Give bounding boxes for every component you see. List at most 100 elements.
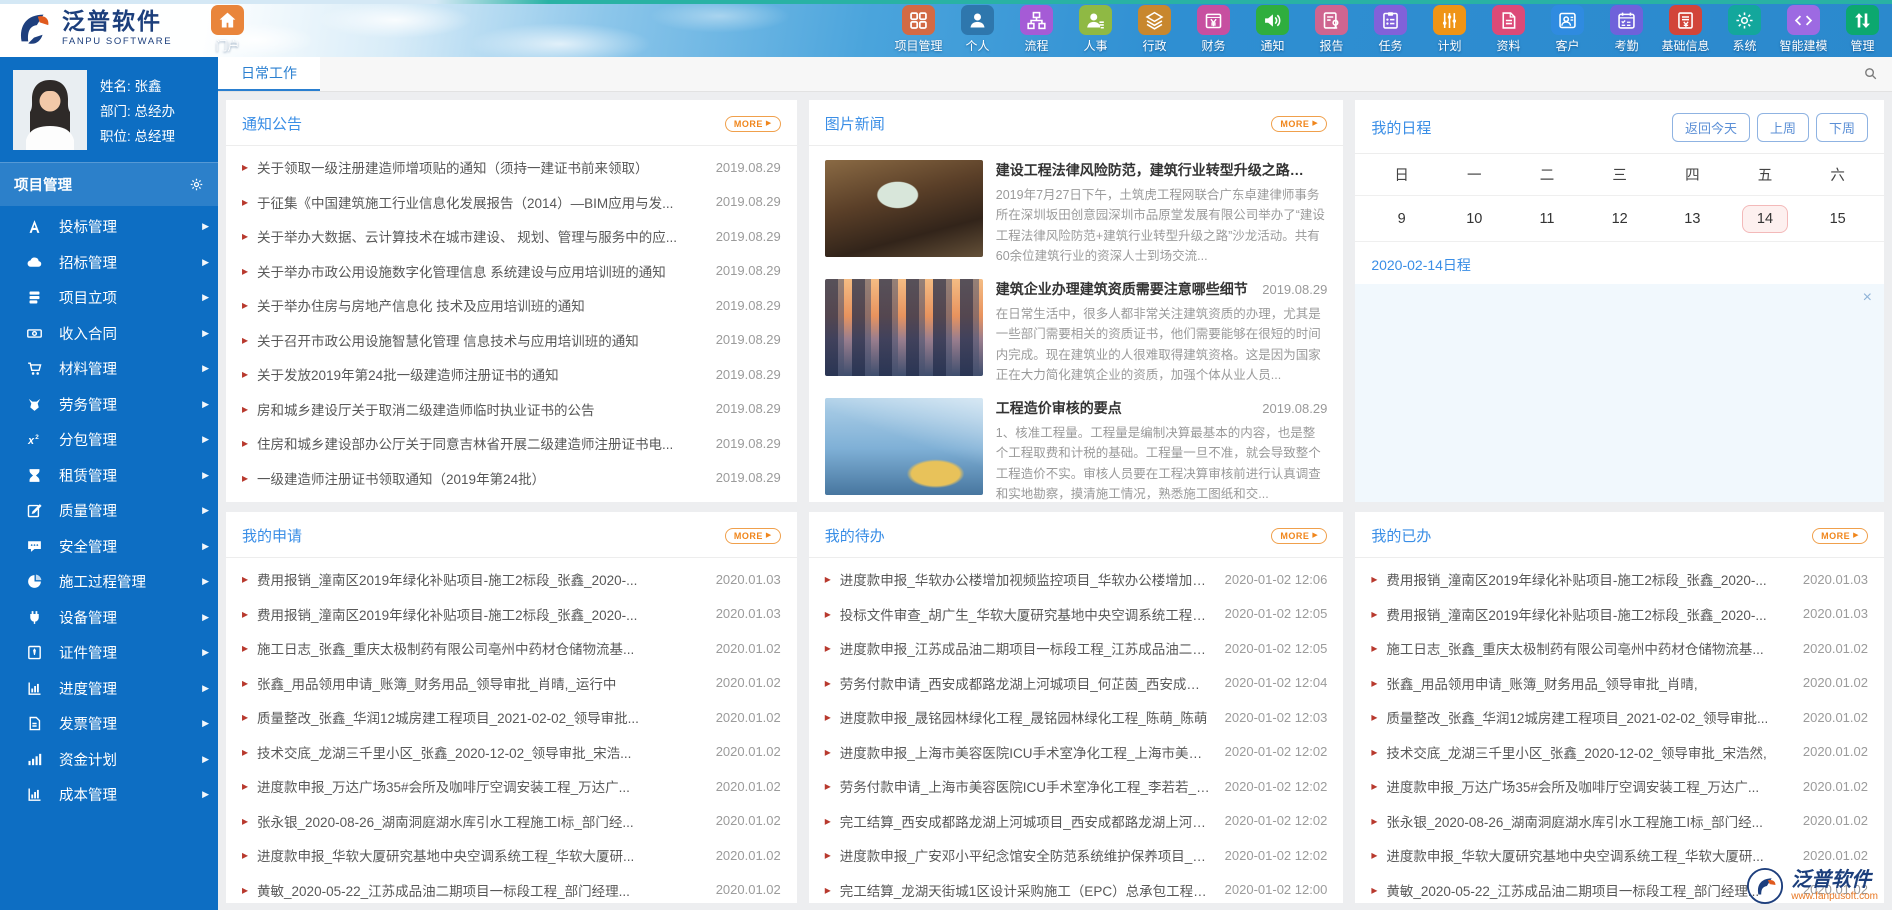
sidebar-item[interactable]: x2 分包管理 ▶ xyxy=(0,422,218,458)
nav-item[interactable]: 计划 xyxy=(1420,0,1479,57)
sidebar-item[interactable]: 收入合同 ▶ xyxy=(0,316,218,352)
calendar-date-cell[interactable]: 11 xyxy=(1511,196,1584,241)
nav-item[interactable]: 资料 xyxy=(1479,0,1538,57)
sidebar-item[interactable]: 项目立项 ▶ xyxy=(0,280,218,316)
calendar-date-cell[interactable]: 14 xyxy=(1729,196,1802,241)
more-button[interactable]: MORE ▶ xyxy=(1271,528,1327,544)
more-button[interactable]: MORE ▶ xyxy=(1812,528,1868,544)
list-item[interactable]: ▸ 张永银_2020-08-26_湖南洞庭湖水库引水工程施工I标_部门经... … xyxy=(1371,804,1868,839)
nav-item[interactable]: 人事 xyxy=(1066,0,1125,57)
nav-item[interactable]: 系统 xyxy=(1715,0,1774,57)
list-item[interactable]: ▸ 于征集《中国建筑施工行业信息化发展报告（2014）—BIM应用与发... 2… xyxy=(242,185,781,220)
list-item[interactable]: ▸ 费用报销_潼南区2019年绿化补贴项目-施工2标段_张鑫_2020-... … xyxy=(242,562,781,597)
nav-item[interactable]: 管理 xyxy=(1833,0,1892,57)
sidebar-item[interactable]: 进度管理 ▶ xyxy=(0,671,218,707)
sidebar-item[interactable]: 施工过程管理 ▶ xyxy=(0,564,218,600)
list-item[interactable]: ▸ 劳务付款申请_西安成都路龙湖上河城项目_何芷茵_西安成都路... 2020-… xyxy=(825,666,1328,701)
list-item[interactable]: ▸ 技术交底_龙湖三千里小区_张鑫_2020-12-02_领导审批_宋浩然, 2… xyxy=(1371,735,1868,770)
sidebar-item[interactable]: 投标管理 ▶ xyxy=(0,209,218,245)
list-item[interactable]: ▸ 张永银_2020-08-26_湖南洞庭湖水库引水工程施工I标_部门经... … xyxy=(242,804,781,839)
next-week-button[interactable]: 下周 xyxy=(1816,113,1868,142)
list-item[interactable]: ▸ 技术交底_龙湖三千里小区_张鑫_2020-12-02_领导审批_宋浩... … xyxy=(242,735,781,770)
more-button[interactable]: MORE ▶ xyxy=(725,528,781,544)
nav-item[interactable]: 基础信息 xyxy=(1656,0,1715,57)
list-item[interactable]: ▸ 质量整改_张鑫_华润12城房建工程项目_2021-02-02_领导审批...… xyxy=(1371,700,1868,735)
list-item[interactable]: ▸ 费用报销_潼南区2019年绿化补贴项目-施工2标段_张鑫_2020-... … xyxy=(242,597,781,632)
list-item[interactable]: ▸ 投标文件审查_胡广生_华软大厦研究基地中央空调系统工程_20... 2020… xyxy=(825,597,1328,632)
list-item[interactable]: ▸ 劳务付款申请_上海市美容医院ICU手术室净化工程_李若若_上... 2020… xyxy=(825,769,1328,804)
list-item[interactable]: ▸ 进度款申报_晟铭园林绿化工程_晟铭园林绿化工程_陈萌_陈萌 2020-01-… xyxy=(825,700,1328,735)
sidebar-item[interactable]: 安全管理 ▶ xyxy=(0,529,218,565)
prev-week-button[interactable]: 上周 xyxy=(1757,113,1809,142)
close-icon[interactable]: × xyxy=(1863,290,1872,306)
list-item[interactable]: ▸ 张鑫_用品领用申请_账簿_财务用品_领导审批_肖晴, 2020.01.02 xyxy=(1371,666,1868,701)
list-item[interactable]: ▸ 关于发放2019年第24批一级建造师注册证书的通知 2019.08.29 xyxy=(242,357,781,392)
tab-daily-work[interactable]: 日常工作 xyxy=(218,57,320,91)
calendar-date[interactable]: 11 xyxy=(1524,205,1569,233)
list-item[interactable]: ▸ 黄敏_2020-05-22_江苏成品油二期项目一标段工程_部门经理... 2… xyxy=(242,873,781,904)
calendar-date[interactable]: 10 xyxy=(1451,205,1497,233)
nav-item[interactable]: 报告 xyxy=(1302,0,1361,57)
calendar-date[interactable]: 12 xyxy=(1597,205,1643,233)
back-to-today-button[interactable]: 返回今天 xyxy=(1672,113,1750,142)
sidebar-group-project-management[interactable]: 项目管理 xyxy=(0,163,218,206)
nav-item[interactable]: 通知 xyxy=(1243,0,1302,57)
calendar-date-cell[interactable]: 12 xyxy=(1583,196,1656,241)
list-item[interactable]: ▸ 房和城乡建设厅关于取消二级建造师临时执业证书的公告 2019.08.29 xyxy=(242,392,781,427)
nav-item[interactable]: 考勤 xyxy=(1597,0,1656,57)
news-item[interactable]: 建筑企业办理建筑资质需要注意哪些细节 2019.08.29 在日常生活中，很多人… xyxy=(825,279,1328,385)
nav-item-portal[interactable]: 门户 xyxy=(198,0,257,57)
calendar-date[interactable]: 14 xyxy=(1742,205,1788,233)
list-item[interactable]: ▸ 住房和城乡建设部办公厅关于同意吉林省开展二级建造师注册证书电... 2019… xyxy=(242,426,781,461)
list-item[interactable]: ▸ 张鑫_用品领用申请_账簿_财务用品_领导审批_肖晴,_运行中 2020.01… xyxy=(242,666,781,701)
search-icon[interactable] xyxy=(1863,66,1878,81)
sidebar-item[interactable]: 租赁管理 ▶ xyxy=(0,458,218,494)
list-item[interactable]: ▸ 质量整改_张鑫_华润12城房建工程项目_2021-02-02_领导审批...… xyxy=(242,700,781,735)
sidebar-item[interactable]: 招标管理 ▶ xyxy=(0,245,218,281)
nav-item[interactable]: 智能建模 xyxy=(1774,0,1833,57)
nav-item[interactable]: 项目管理 xyxy=(889,0,948,57)
list-item[interactable]: ▸ 费用报销_潼南区2019年绿化补贴项目-施工2标段_张鑫_2020-... … xyxy=(1371,562,1868,597)
calendar-date-cell[interactable]: 13 xyxy=(1656,196,1729,241)
news-item[interactable]: 工程造价审核的要点 2019.08.29 1、核准工程量。工程量是编制决算最基本… xyxy=(825,398,1328,502)
list-item[interactable]: ▸ 进度款申报_广安邓小平纪念馆安全防范系统维护保养项目_广安... 2020-… xyxy=(825,838,1328,873)
list-item[interactable]: ▸ 关于召开市政公用设施智慧化管理 信息技术与应用培训班的通知 2019.08.… xyxy=(242,323,781,358)
more-button[interactable]: MORE ▶ xyxy=(1271,116,1327,132)
list-item[interactable]: ▸ 完工结算_西安成都路龙湖上河城项目_西安成都路龙湖上河城... 2020-0… xyxy=(825,804,1328,839)
list-item[interactable]: ▸ 进度款申报_上海市美容医院ICU手术室净化工程_上海市美容医... 2020… xyxy=(825,735,1328,770)
calendar-date[interactable]: 13 xyxy=(1669,205,1715,233)
sidebar-item[interactable]: 资金计划 ▶ xyxy=(0,742,218,778)
list-item[interactable]: ▸ 进度款申报_万达广场35#会所及咖啡厅空调安装工程_万达广... 2020.… xyxy=(1371,769,1868,804)
sidebar-item[interactable]: 成本管理 ▶ xyxy=(0,777,218,813)
list-item[interactable]: ▸ 进度款申报_华软办公楼增加视频监控项目_华软办公楼增加视频... 2020-… xyxy=(825,562,1328,597)
sidebar-item[interactable]: 质量管理 ▶ xyxy=(0,493,218,529)
sidebar-item[interactable]: 材料管理 ▶ xyxy=(0,351,218,387)
nav-item[interactable]: 流程 xyxy=(1007,0,1066,57)
calendar-date-cell[interactable]: 10 xyxy=(1438,196,1511,241)
nav-item[interactable]: 行政 xyxy=(1125,0,1184,57)
nav-item[interactable]: 个人 xyxy=(948,0,1007,57)
list-item[interactable]: ▸ 进度款申报_江苏成品油二期项目一标段工程_江苏成品油二期项... 2020-… xyxy=(825,631,1328,666)
calendar-date-cell[interactable]: 9 xyxy=(1365,196,1438,241)
list-item[interactable]: ▸ 一级建造师注册证书领取通知（2019年第24批） 2019.08.29 xyxy=(242,461,781,496)
list-item[interactable]: ▸ 关于举办住房与房地产信息化 技术及应用培训班的通知 2019.08.29 xyxy=(242,288,781,323)
list-item[interactable]: ▸ 进度款申报_万达广场35#会所及咖啡厅空调安装工程_万达广... 2020.… xyxy=(242,769,781,804)
list-item[interactable]: ▸ 关于领取一级注册建造师增项贴的通知（须持一建证书前来领取） 2019.08.… xyxy=(242,150,781,185)
calendar-date[interactable]: 15 xyxy=(1815,205,1861,233)
more-button[interactable]: MORE ▶ xyxy=(725,116,781,132)
sidebar-item[interactable]: 发票管理 ▶ xyxy=(0,706,218,742)
list-item[interactable]: ▸ 关于举办大数据、云计算技术在城市建设、 规划、管理与服务中的应... 201… xyxy=(242,219,781,254)
calendar-date-cell[interactable]: 15 xyxy=(1801,196,1874,241)
list-item[interactable]: ▸ 进度款申报_华软大厦研究基地中央空调系统工程_华软大厦研... 2020.0… xyxy=(242,838,781,873)
list-item[interactable]: ▸ 施工日志_张鑫_重庆太极制药有限公司亳州中药材仓储物流基... 2020.0… xyxy=(242,631,781,666)
nav-item[interactable]: 财务 xyxy=(1184,0,1243,57)
list-item[interactable]: ▸ 费用报销_潼南区2019年绿化补贴项目-施工2标段_张鑫_2020-... … xyxy=(1371,597,1868,632)
gear-icon[interactable] xyxy=(189,177,204,192)
sidebar-item[interactable]: 劳务管理 ▶ xyxy=(0,387,218,423)
list-item[interactable]: ▸ 完工结算_龙湖天街城1区设计采购施工（EPC）总承包工程_龙... 2020… xyxy=(825,873,1328,904)
sidebar-item[interactable]: 证件管理 ▶ xyxy=(0,635,218,671)
nav-item[interactable]: 客户 xyxy=(1538,0,1597,57)
schedule-detail-label[interactable]: 2020-02-14日程 xyxy=(1355,242,1884,284)
news-item[interactable]: 建设工程法律风险防范，建筑行业转型升级之路沙龙活动 2019年7月27日下午，土… xyxy=(825,160,1328,266)
list-item[interactable]: ▸ 关于举办市政公用设施数字化管理信息 系统建设与应用培训班的通知 2019.0… xyxy=(242,254,781,289)
